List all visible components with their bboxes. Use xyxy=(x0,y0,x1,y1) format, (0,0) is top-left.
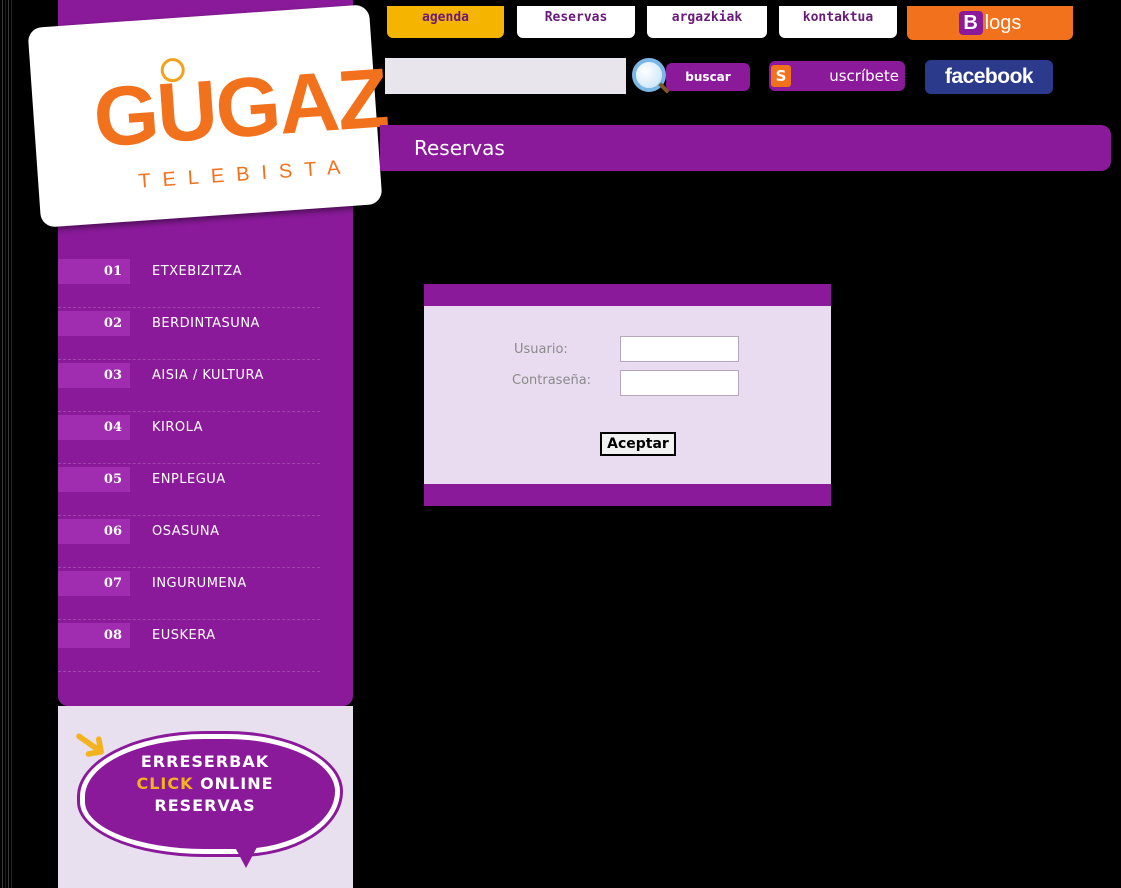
search-button[interactable]: buscar xyxy=(666,63,750,91)
blogs-label: logs xyxy=(984,12,1022,34)
sidebar-item-label: ETXEBIZITZA xyxy=(152,264,243,279)
left-decorative-bars xyxy=(0,0,14,888)
sidebar-item-number: 08 xyxy=(58,623,130,648)
sidebar-nav: 01 ETXEBIZITZA 02 BERDINTASUNA 03 AISIA … xyxy=(58,256,320,672)
logo-name: GUGAZ xyxy=(90,50,390,165)
sidebar-item-berdintasuna[interactable]: 02 BERDINTASUNA xyxy=(58,308,320,360)
subscribe-button[interactable]: S uscríbete xyxy=(769,61,905,91)
sidebar-item-enplegua[interactable]: 05 ENPLEGUA xyxy=(58,464,320,516)
sidebar-item-number: 03 xyxy=(58,363,130,388)
sidebar-item-number: 02 xyxy=(58,311,130,336)
sidebar-item-ingurumena[interactable]: 07 INGURUMENA xyxy=(58,568,320,620)
sidebar-item-kirola[interactable]: 04 KIROLA xyxy=(58,412,320,464)
subscribe-label: uscríbete xyxy=(829,67,899,85)
username-label: Usuario: xyxy=(514,342,568,357)
sidebar-item-label: INGURUMENA xyxy=(152,576,247,591)
reservations-promo-banner[interactable]: ➜ ERRESERBAK CLICK ONLINE RESERVAS xyxy=(58,706,353,888)
title-bar: Reservas xyxy=(380,125,1111,171)
sidebar-item-number: 05 xyxy=(58,467,130,492)
subscribe-s-icon: S xyxy=(771,65,791,87)
promo-online: ONLINE xyxy=(200,774,274,793)
sidebar-item-number: 07 xyxy=(58,571,130,596)
sidebar-item-label: ENPLEGUA xyxy=(152,472,226,487)
tab-kontaktua[interactable]: kontaktua xyxy=(779,6,897,38)
sidebar-item-number: 06 xyxy=(58,519,130,544)
facebook-button[interactable]: facebook xyxy=(925,60,1053,94)
sidebar-item-label: BERDINTASUNA xyxy=(152,316,260,331)
tab-agenda[interactable]: agenda xyxy=(387,6,504,38)
login-panel-top-band xyxy=(424,284,831,306)
promo-click: CLICK xyxy=(136,774,194,793)
sidebar-item-label: AISIA / KULTURA xyxy=(152,368,264,383)
page-title: Reservas xyxy=(414,136,505,160)
accept-button[interactable]: Aceptar xyxy=(600,432,676,456)
sidebar-item-euskera[interactable]: 08 EUSKERA xyxy=(58,620,320,672)
blogs-b-icon: B xyxy=(958,11,983,35)
logo-subtitle: TELEBISTA xyxy=(137,155,354,193)
login-panel: Usuario: Contraseña: Aceptar xyxy=(424,284,831,506)
sidebar-item-aisia-kultura[interactable]: 03 AISIA / KULTURA xyxy=(58,360,320,412)
promo-line-3: RESERVAS xyxy=(154,796,256,815)
sidebar-item-label: EUSKERA xyxy=(152,628,216,643)
sidebar-item-etxebizitza[interactable]: 01 ETXEBIZITZA xyxy=(58,256,320,308)
search-input[interactable] xyxy=(385,58,626,94)
tab-reservas[interactable]: Reservas xyxy=(517,6,635,38)
tab-blogs[interactable]: Blogs xyxy=(907,6,1073,40)
sidebar-item-label: OSASUNA xyxy=(152,524,220,539)
sidebar-item-number: 04 xyxy=(58,415,130,440)
login-panel-bottom-band xyxy=(424,484,831,506)
speech-bubble-tail xyxy=(228,834,264,868)
tab-argazkiak[interactable]: argazkiak xyxy=(647,6,767,38)
username-field[interactable] xyxy=(620,336,739,362)
sidebar-item-osasuna[interactable]: 06 OSASUNA xyxy=(58,516,320,568)
promo-line-2: CLICK ONLINE xyxy=(80,774,330,793)
password-label: Contraseña: xyxy=(512,373,592,388)
sidebar-item-label: KIROLA xyxy=(152,420,204,435)
logo-card[interactable]: GUGAZ TELEBISTA xyxy=(27,4,390,228)
sidebar-item-number: 01 xyxy=(58,259,130,284)
password-field[interactable] xyxy=(620,370,739,396)
promo-line-1: ERRESERBAK xyxy=(140,752,270,771)
